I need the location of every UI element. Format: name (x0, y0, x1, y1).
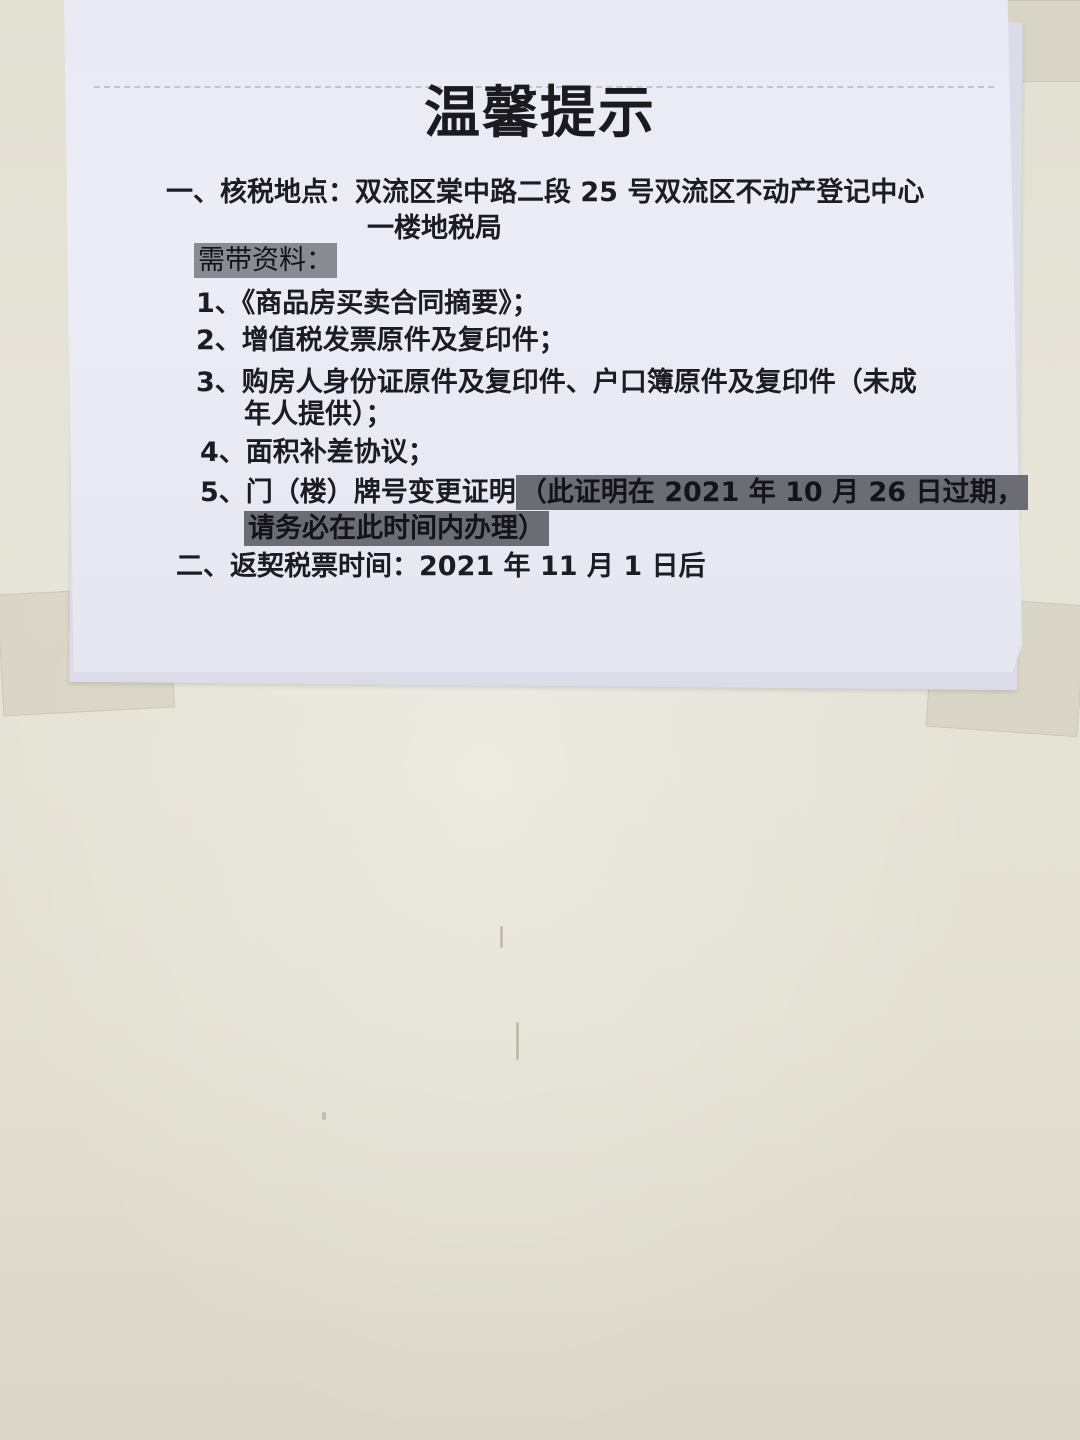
required-label-text: 需带资料： (194, 243, 337, 278)
section1-line1: 一、核税地点：双流区棠中路二段 25 号双流区不动产登记中心 (166, 177, 925, 208)
section1-line2: 一楼地税局 (367, 213, 502, 244)
item-5-cont: 请务必在此时间内办理） (244, 506, 549, 546)
item-4: 4、面积补差协议； (200, 437, 435, 468)
item-2: 2、增值税发票原件及复印件； (196, 325, 566, 356)
wall-mark-2 (516, 1022, 519, 1060)
item-1: 1、《商品房买卖合同摘要》； (196, 288, 539, 319)
wall-mark-1 (500, 926, 503, 948)
wall-mark-3 (322, 1112, 326, 1120)
section2: 二、返契税票时间：2021 年 11 月 1 日后 (176, 551, 706, 582)
item-5-note-cont: 请务必在此时间内办理） (244, 511, 549, 546)
item-5-text: 5、门（楼）牌号变更证明 (200, 477, 516, 508)
notice-title: 温馨提示 (424, 80, 656, 146)
required-label: 需带资料： (194, 238, 337, 278)
item-5: 5、门（楼）牌号变更证明 （此证明在 2021 年 10 月 26 日过期， (200, 470, 1028, 510)
item-3-cont: 年人提供）； (244, 399, 393, 430)
item-5-note: （此证明在 2021 年 10 月 26 日过期， (515, 475, 1028, 510)
